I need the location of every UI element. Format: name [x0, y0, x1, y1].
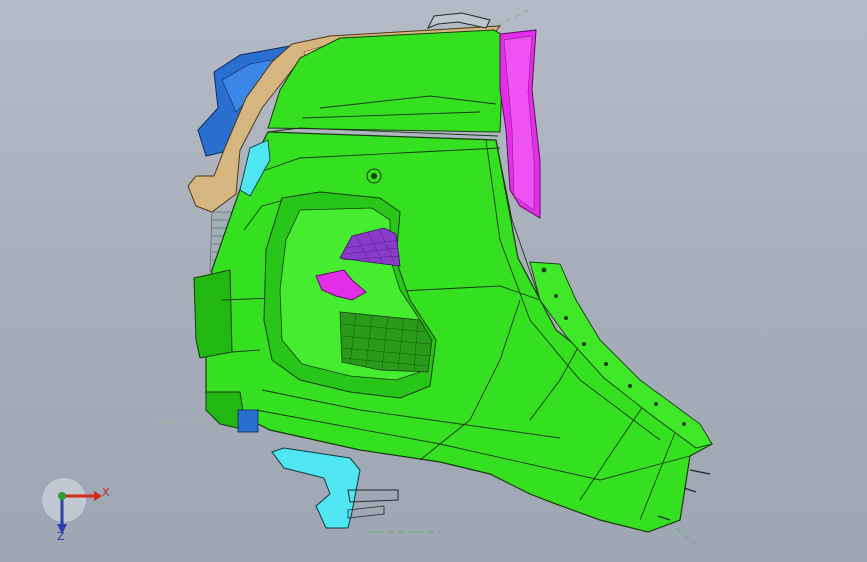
- bumper-corner-model[interactable]: [0, 0, 867, 562]
- cyan-lower-bracket[interactable]: [271, 447, 399, 529]
- z-axis-label: Z: [57, 530, 65, 543]
- main-bumper-body[interactable]: [193, 29, 713, 533]
- lower-mesh-grille: [339, 311, 433, 373]
- x-axis-label: X: [102, 486, 110, 499]
- cad-3d-viewport[interactable]: X Z: [0, 0, 867, 562]
- triad-origin-shading: [42, 478, 86, 522]
- y-axis-point: [58, 492, 66, 500]
- top-clip[interactable]: [426, 12, 491, 29]
